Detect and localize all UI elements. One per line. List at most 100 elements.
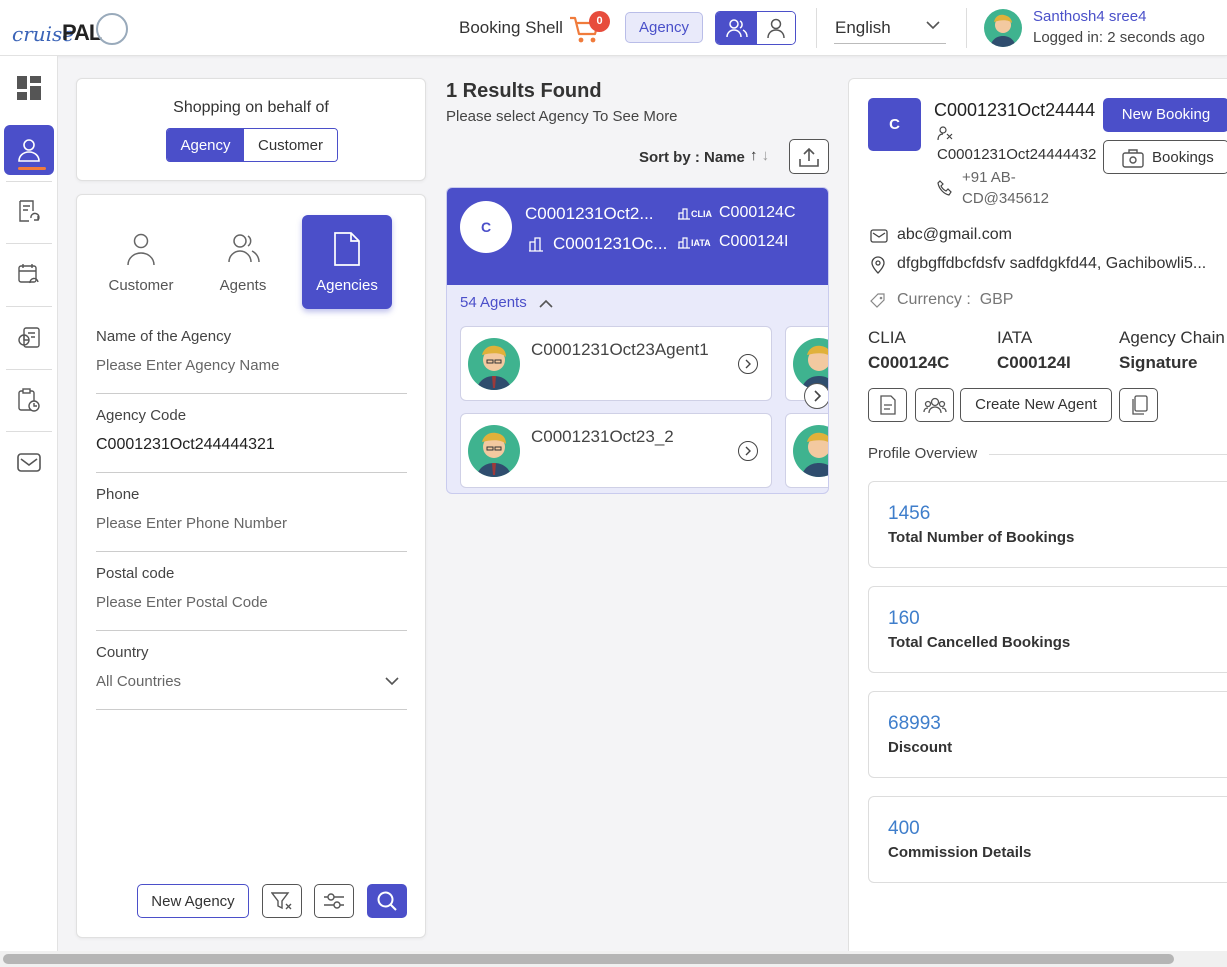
stat-cancelled-bookings[interactable]: 160 Total Cancelled Bookings	[868, 586, 1227, 673]
user-icon	[127, 233, 155, 266]
country-select[interactable]: Country All Countries	[96, 644, 407, 710]
chevron-right-icon[interactable]	[738, 441, 758, 461]
sort-desc-icon[interactable]: ↓	[762, 147, 770, 164]
postal-code-label: Postal code	[96, 565, 175, 582]
active-indicator	[18, 167, 46, 170]
shop-customer-option[interactable]: Customer	[244, 129, 337, 161]
agency-code-input[interactable]: C0001231Oct244444321	[96, 436, 275, 454]
agency-result-header[interactable]: C C0001231Oct2... C0001231Oc... CLIA C00…	[447, 188, 828, 285]
country-label: Country	[96, 644, 149, 661]
agency-name-label: Name of the Agency	[96, 328, 232, 345]
agent-card[interactable]	[785, 413, 828, 488]
booking-shell-label[interactable]: Booking Shell	[459, 18, 563, 38]
building-icon	[529, 237, 543, 252]
iata-value: C000124I	[997, 353, 1071, 372]
agency-name-input[interactable]: Please Enter Agency Name	[96, 357, 279, 374]
group-view-button[interactable]	[716, 12, 757, 44]
copy-button[interactable]	[1119, 388, 1158, 422]
sidebar-item-clipboard-clock[interactable]	[4, 375, 54, 425]
agency-result-iata: C000124I	[719, 233, 789, 250]
sidebar-item-dashboard[interactable]	[4, 63, 54, 113]
tab-agencies[interactable]: Agencies	[302, 215, 392, 309]
document-icon	[334, 232, 360, 266]
export-button[interactable]	[789, 139, 829, 174]
single-view-button[interactable]	[757, 12, 795, 44]
agency-type-icon	[937, 126, 953, 141]
users-group-icon	[922, 397, 947, 414]
agency-detail-phone: +91 AB-CD@345612	[962, 169, 1049, 207]
sort-control[interactable]: Sort by : Name	[639, 149, 745, 166]
stat-value: 1456	[888, 503, 931, 524]
country-value[interactable]: All Countries	[96, 673, 181, 690]
agency-initial-avatar: C	[460, 201, 512, 253]
horizontal-scrollbar[interactable]	[0, 951, 1227, 967]
agents-count-toggle[interactable]: 54 Agents	[460, 294, 553, 311]
agency-name-field[interactable]: Name of the Agency Please Enter Agency N…	[96, 328, 407, 394]
agency-detail-avatar: C	[868, 98, 921, 151]
agency-detail-panel: C C0001231Oct24444 C0001231Oct24444432 +…	[848, 78, 1227, 958]
stat-discount[interactable]: 68993 Discount	[868, 691, 1227, 778]
agent-card[interactable]: C0001231Oct23Agent1	[460, 326, 772, 401]
chevron-right-icon[interactable]	[738, 354, 758, 374]
agency-chain-label: Agency Chain	[1119, 328, 1225, 347]
agency-document-button[interactable]	[868, 388, 907, 422]
user-name[interactable]: Santhosh4 sree4	[1033, 8, 1146, 25]
chevron-down-icon	[926, 21, 940, 30]
language-select[interactable]: English	[834, 8, 946, 44]
new-agency-button[interactable]: New Agency	[137, 884, 249, 918]
clipboard-clock-icon	[18, 388, 40, 412]
phone-field[interactable]: Phone Please Enter Phone Number	[96, 486, 407, 552]
filter-clear-icon	[271, 892, 292, 910]
sidebar-item-cruise-stats[interactable]	[4, 313, 54, 363]
stat-value: 400	[888, 818, 920, 839]
cart-count-badge: 0	[589, 11, 610, 32]
search-button[interactable]	[367, 884, 407, 918]
scrollbar-thumb[interactable]	[3, 954, 1174, 964]
sidebar-item-mail[interactable]	[4, 438, 54, 488]
tab-customer-label: Customer	[108, 277, 174, 294]
agent-card[interactable]: C0001231Oct23_2	[460, 413, 772, 488]
create-new-agent-button[interactable]: Create New Agent	[960, 388, 1112, 422]
sidebar-divider	[6, 243, 52, 244]
agent-name: C0001231Oct23_2	[531, 427, 674, 446]
stat-value: 160	[888, 608, 920, 629]
stat-value: 68993	[888, 713, 941, 734]
user-avatar[interactable]	[984, 9, 1022, 47]
sort-asc-icon[interactable]: ↑	[750, 147, 758, 164]
postal-code-field[interactable]: Postal code Please Enter Postal Code	[96, 565, 407, 631]
agency-mode-pill[interactable]: Agency	[625, 12, 703, 43]
bookings-button[interactable]: Bookings	[1103, 140, 1227, 174]
tab-agents[interactable]: Agents	[198, 215, 288, 309]
copy-icon	[1131, 395, 1148, 415]
agency-detail-email[interactable]: abc@gmail.com	[897, 226, 1012, 244]
sidebar-item-documents-refresh[interactable]	[4, 187, 54, 237]
postal-code-input[interactable]: Please Enter Postal Code	[96, 594, 268, 611]
new-booking-button[interactable]: New Booking	[1103, 98, 1227, 132]
clear-filter-button[interactable]	[262, 884, 302, 918]
document-icon	[879, 395, 896, 415]
tab-customer[interactable]: Customer	[96, 215, 186, 309]
shop-agency-option[interactable]: Agency	[167, 129, 244, 161]
stat-label: Discount	[888, 739, 953, 756]
chart-document-icon	[18, 327, 40, 348]
stat-commission[interactable]: 400 Commission Details	[868, 796, 1227, 883]
phone-input[interactable]: Please Enter Phone Number	[96, 515, 287, 532]
sort-direction-toggle[interactable]: ↑ ↓	[750, 147, 769, 164]
agency-detail-name: C0001231Oct24444	[934, 100, 1096, 120]
document-refresh-icon	[19, 200, 40, 222]
agency-agents-button[interactable]	[915, 388, 954, 422]
cruisepal-logo[interactable]: cruise PAL	[12, 12, 128, 46]
sidebar-item-profile[interactable]	[4, 125, 54, 175]
sidebar-item-calendar-refresh[interactable]	[4, 250, 54, 300]
agency-chain-value: Signature	[1119, 353, 1198, 372]
logged-in-status: Logged in: 2 seconds ago	[1033, 29, 1205, 46]
stat-total-bookings[interactable]: 1456 Total Number of Bookings	[868, 481, 1227, 568]
sort-field[interactable]: Name	[704, 149, 745, 166]
chevron-down-icon	[385, 677, 399, 686]
agency-result-card[interactable]: C C0001231Oct2... C0001231Oc... CLIA C00…	[446, 187, 829, 494]
stat-label: Total Number of Bookings	[888, 529, 1075, 546]
agency-result-clia: C000124C	[719, 204, 796, 221]
advanced-options-button[interactable]	[314, 884, 354, 918]
agency-code-field[interactable]: Agency Code C0001231Oct244444321	[96, 407, 407, 473]
agents-scroll-right-button[interactable]	[804, 383, 828, 409]
